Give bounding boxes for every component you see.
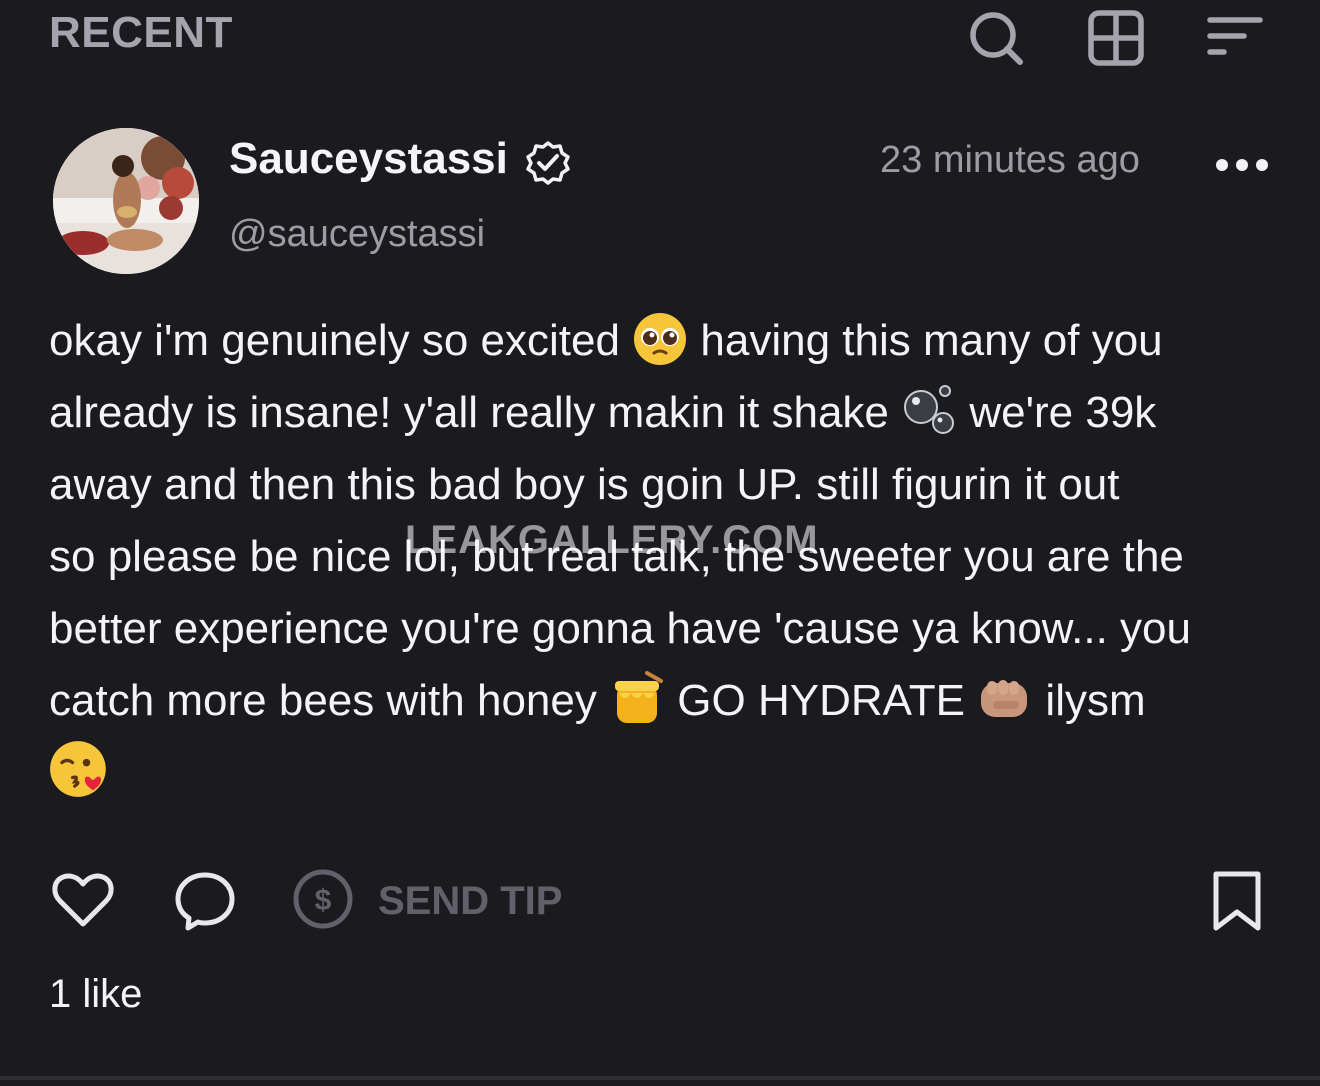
post-line: already is insane! y'all really makin it… bbox=[49, 377, 1289, 449]
post-line: okay i'm genuinely so excited having thi… bbox=[49, 305, 1289, 377]
kiss-emoji bbox=[50, 741, 106, 797]
filter-icon[interactable] bbox=[1204, 8, 1264, 68]
more-options-icon[interactable] bbox=[1210, 143, 1274, 187]
comment-icon[interactable] bbox=[172, 868, 238, 934]
avatar[interactable] bbox=[53, 128, 199, 274]
post-line: so please be nice lol, but real talk, th… bbox=[49, 532, 1184, 581]
post-line bbox=[49, 737, 1289, 809]
like-count[interactable]: 1 like bbox=[49, 972, 142, 1017]
section-title: RECENT bbox=[49, 8, 233, 57]
author-name[interactable]: Sauceystassi bbox=[229, 134, 508, 184]
bookmark-icon[interactable] bbox=[1204, 868, 1270, 934]
send-tip-button[interactable]: $ SEND TIP bbox=[292, 868, 562, 934]
dollar-icon: $ bbox=[292, 868, 354, 935]
svg-text:$: $ bbox=[315, 884, 332, 917]
post-line: better experience you're gonna have 'cau… bbox=[49, 604, 1191, 653]
fist-emoji bbox=[981, 680, 1028, 717]
post-timestamp: 23 minutes ago bbox=[880, 139, 1140, 181]
post-text: okay i'm genuinely so excited having thi… bbox=[49, 305, 1289, 809]
author-handle[interactable]: @sauceystassi bbox=[229, 213, 485, 256]
send-tip-label: SEND TIP bbox=[378, 878, 563, 923]
verified-badge-icon bbox=[525, 140, 571, 186]
post-line: catch more bees with honey GO HYDRATE il… bbox=[49, 665, 1289, 737]
post-line: away and then this bad boy is goin UP. s… bbox=[49, 460, 1120, 509]
divider bbox=[0, 1076, 1320, 1080]
search-icon[interactable] bbox=[966, 8, 1026, 68]
pleading-face-emoji bbox=[634, 313, 687, 365]
grid-icon[interactable] bbox=[1086, 8, 1146, 68]
top-bar: RECENT bbox=[0, 0, 1320, 70]
heart-icon[interactable] bbox=[50, 868, 116, 934]
bubbles-emoji bbox=[904, 385, 955, 434]
honey-pot-emoji bbox=[615, 671, 664, 723]
